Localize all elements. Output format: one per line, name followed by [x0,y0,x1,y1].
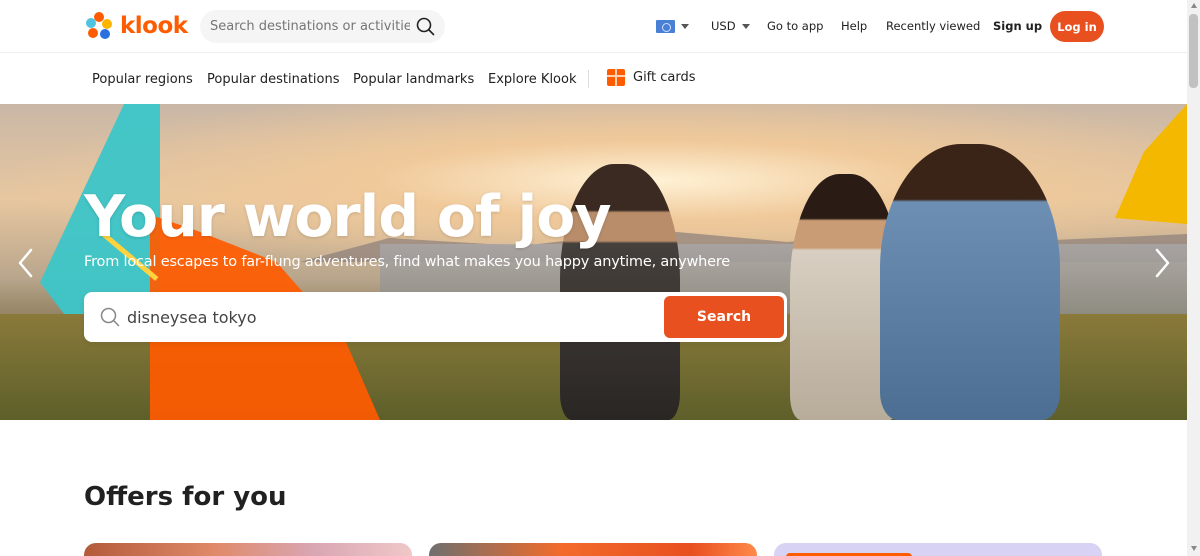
hero-search-input[interactable] [127,292,687,342]
gift-cards-link[interactable]: Gift cards [607,69,696,86]
search-icon [100,307,120,327]
search-button[interactable]: Search [664,296,784,338]
klook-logo[interactable]: klook [84,10,188,42]
sign-up-link[interactable]: Sign up [993,19,1042,33]
person-denim-jacket [880,144,1060,420]
currency-label: USD [711,19,736,33]
currency-selector[interactable]: USD [711,19,750,33]
top-search-bar[interactable] [200,10,445,43]
scroll-down-arrow-icon[interactable] [1191,546,1197,551]
offer-card[interactable] [84,543,412,556]
offers-section-title: Offers for you [84,482,287,512]
gift-icon [607,69,625,86]
subnav-popular-destinations[interactable]: Popular destinations [207,72,340,87]
help-link[interactable]: Help [841,19,867,33]
language-selector[interactable] [656,20,689,33]
carousel-next-arrow-icon[interactable] [1152,248,1172,278]
offer-card[interactable] [774,543,1102,556]
subnav-popular-landmarks[interactable]: Popular landmarks [353,72,474,87]
carousel-prev-arrow-icon[interactable] [16,248,36,278]
go-to-app-link[interactable]: Go to app [767,19,823,33]
chevron-down-icon [741,23,750,29]
hero-title: Your world of joy [84,184,612,250]
hero-subtitle: From local escapes to far-flung adventur… [84,254,730,270]
top-header: klook USD Go to app Help Recently viewed… [0,0,1187,53]
nav-divider [588,70,589,88]
hero-search-bar[interactable]: Search [84,292,787,342]
offer-card[interactable] [429,543,757,556]
hero-banner: Your world of joy From local escapes to … [0,104,1187,420]
hero-people-image [540,144,1100,420]
page-scrollbar[interactable] [1187,0,1200,556]
gift-cards-label: Gift cards [633,70,696,85]
scroll-up-arrow-icon[interactable] [1191,3,1197,8]
klook-logo-icon [86,12,112,39]
search-icon[interactable] [416,17,435,36]
chevron-down-icon [681,24,689,29]
top-search-input[interactable] [210,10,410,43]
logo-text: klook [120,13,188,39]
subnav-popular-regions[interactable]: Popular regions [92,72,193,87]
log-in-button[interactable]: Log in [1050,11,1104,42]
subnav-explore-klook[interactable]: Explore Klook [488,72,577,87]
recently-viewed-link[interactable]: Recently viewed [886,19,980,33]
secondary-nav: Popular regions Popular destinations Pop… [0,54,1187,104]
scrollbar-thumb[interactable] [1189,14,1198,88]
flag-icon [656,20,675,33]
